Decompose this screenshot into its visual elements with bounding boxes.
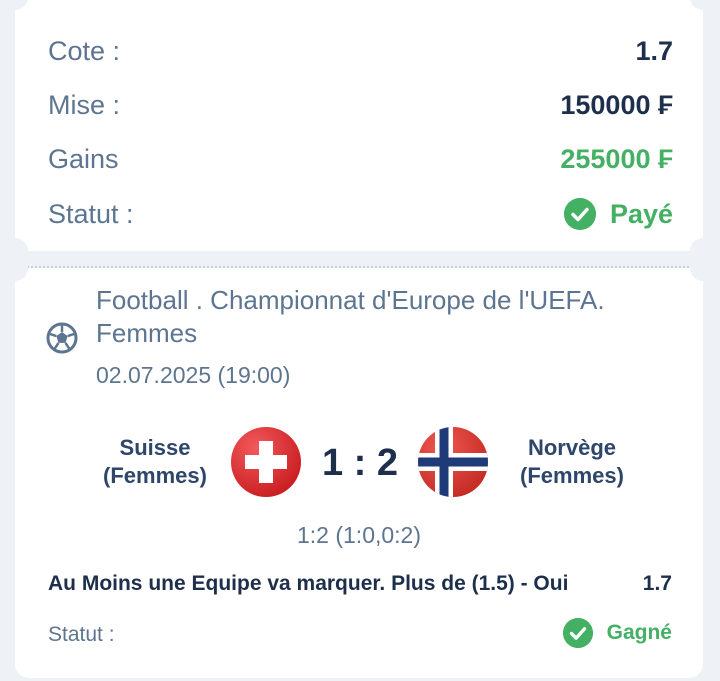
event-status-value: Gagné — [606, 621, 672, 644]
status-value: Payé — [609, 198, 673, 229]
market-name: Au Moins une Equipe va marquer. Plus de … — [48, 572, 569, 595]
away-team-name: Norvège (Femmes) — [520, 435, 624, 488]
odds-row: Cote : 1.7 — [48, 36, 673, 67]
stake-label: Mise : — [48, 90, 121, 120]
score-detail: 1:2 (1:0,0:2) — [296, 522, 422, 548]
ticket-notch — [2, 255, 28, 281]
bet-summary-card: Cote : 1.7 Mise : 150000 ₣ Gains 255000 … — [2, 0, 716, 264]
match-score: 1 : 2 — [321, 442, 399, 484]
stake-value: 150000 ₣ — [560, 90, 673, 120]
norway-flag-icon — [418, 427, 488, 497]
check-circle-icon — [562, 618, 593, 648]
winnings-value: 255000 ₣ — [560, 144, 673, 174]
home-team-name: Suisse (Femmes) — [103, 435, 207, 488]
winnings-label: Gains — [48, 144, 119, 174]
event-status-badge: Gagné — [562, 618, 672, 648]
winnings-row: Gains 255000 ₣ — [48, 144, 673, 175]
soccer-ball-icon — [46, 322, 78, 354]
stake-row: Mise : 150000 ₣ — [48, 90, 673, 121]
market-odds: 1.7 — [642, 572, 672, 595]
odds-label: Cote : — [48, 36, 121, 66]
check-circle-icon — [563, 198, 596, 230]
ticket-notch — [690, 255, 716, 281]
event-status-label: Statut : — [48, 623, 115, 646]
status-row: Statut : Payé — [48, 198, 673, 230]
ticket-notch — [690, 0, 716, 10]
ticket-notch — [2, 0, 28, 10]
switzerland-flag-icon — [231, 427, 301, 497]
odds-value: 1.7 — [635, 36, 673, 66]
status-label: Statut : — [48, 198, 134, 229]
event-card: Football . Championnat d'Europe de l'UEF… — [2, 255, 716, 678]
status-badge: Payé — [563, 198, 673, 230]
event-date: 02.07.2025 (19:00) — [96, 362, 291, 388]
league-title: Football . Championnat d'Europe de l'UEF… — [96, 285, 605, 348]
